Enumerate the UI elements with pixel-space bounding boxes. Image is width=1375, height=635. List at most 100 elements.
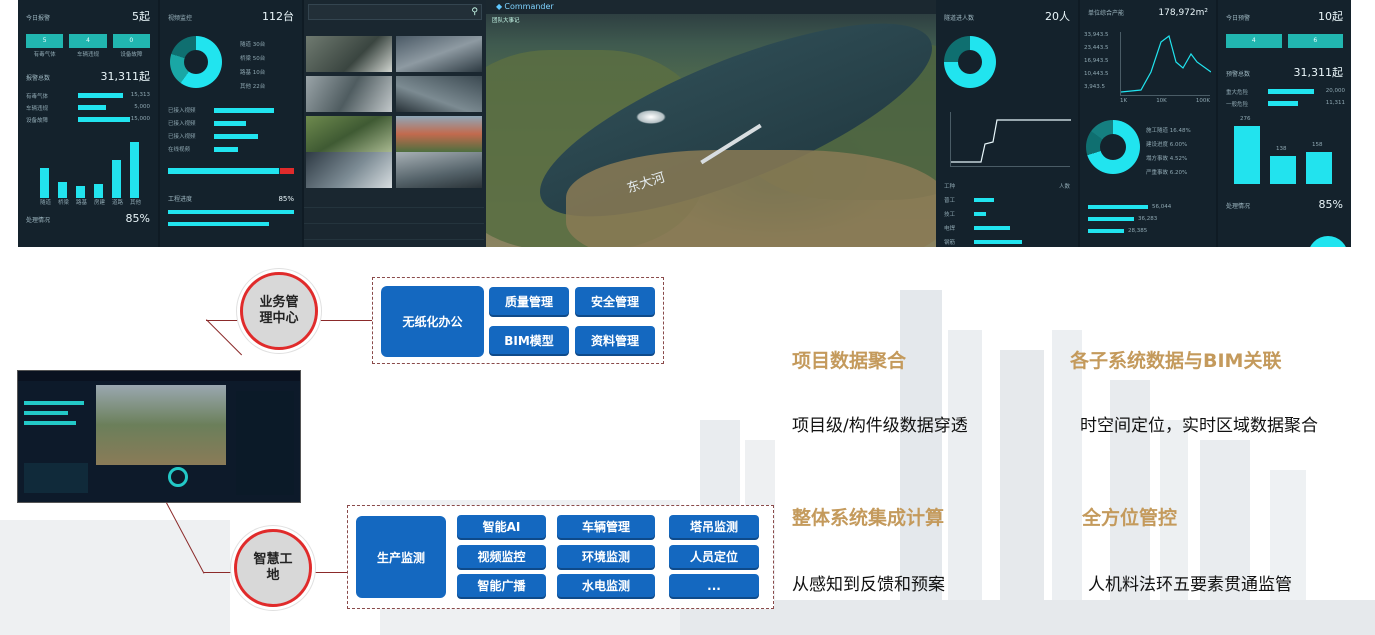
people-row-label-2: 技工 (944, 212, 956, 218)
tower-crane-monitoring-button[interactable]: 塔吊监测 (669, 515, 759, 538)
people-line-chart (950, 112, 1071, 167)
alarm-value: 5起 (132, 10, 150, 23)
video-list-item-3[interactable] (304, 226, 484, 240)
warning-panel: 今日预警 10起 4 6 预警总数 31,311起 重大危险 20,000 一般… (1218, 0, 1351, 247)
camera-progress-bar-1 (214, 107, 274, 113)
capacity-value: 178,972m² (1158, 8, 1208, 18)
video-list-item-2[interactable] (304, 210, 484, 224)
feature-heading-3: 整体系统集成计算 (792, 507, 945, 529)
alarm-btn-label-2: 车辆违规 (76, 52, 99, 58)
bim-model-button[interactable]: BIM模型 (489, 326, 569, 354)
video-thumb-4[interactable] (396, 76, 482, 112)
capacity-xtick-2: 10K (1156, 98, 1167, 104)
warning-btn-2[interactable]: 6 (1287, 34, 1343, 48)
search-icon[interactable]: ⚲ (471, 5, 481, 19)
capacity-legend-2: 建设进度 6.00% (1146, 142, 1188, 148)
warning-row-value-1: 20,000 (1325, 88, 1345, 94)
personnel-positioning-button[interactable]: 人员定位 (669, 545, 759, 568)
smart-broadcast-button[interactable]: 智能广播 (457, 574, 546, 597)
alarm-btn-label-3: 设备故障 (120, 52, 143, 58)
warning-bar-chart: 276 138 158 (1218, 114, 1351, 194)
video-thumb-2[interactable] (396, 36, 482, 72)
capacity-legend-1: 施工隧道 16.48% (1146, 128, 1191, 134)
alarm-btn-1[interactable]: 5 (26, 34, 64, 48)
video-thumb-6[interactable] (396, 116, 482, 152)
thumb-bar-1 (24, 401, 84, 405)
map-title: Commander (504, 2, 554, 11)
video-monitoring-button[interactable]: 视频监控 (457, 545, 546, 568)
warning-gauge (1308, 236, 1348, 247)
quality-management-button[interactable]: 质量管理 (489, 287, 569, 315)
alarm-vbar-2 (58, 182, 67, 198)
paperless-office-button[interactable]: 无纸化办公 (381, 286, 484, 357)
production-monitoring-button[interactable]: 生产监测 (356, 516, 446, 598)
alarm-btn-2[interactable]: 4 (69, 34, 107, 48)
feature-heading-2: 各子系统数据与BIM关联 (1070, 350, 1282, 372)
camera-long-bar-fill (168, 168, 279, 174)
camera-legend-2: 桥梁 50台 (240, 56, 266, 62)
camera-progress-label-4: 在线视频 (168, 147, 191, 153)
feature-heading-1: 项目数据聚合 (792, 350, 907, 372)
camera-progress-bar-4 (214, 146, 238, 152)
people-row-bar-2 (974, 212, 986, 216)
feature-desc-1: 项目级/构件级数据穿透 (792, 416, 968, 436)
capacity-line-chart (1120, 32, 1212, 96)
connector-bottom-to-box (312, 572, 348, 573)
alarm-row-value-3: 15,000 (130, 116, 150, 122)
capacity-stat-3: 28,385 (1128, 228, 1148, 234)
thumb-gauge (168, 467, 188, 487)
warning-row-label-1: 重大危险 (1226, 90, 1249, 96)
alarm-xlabel-1: 隧道 (40, 200, 52, 206)
document-management-button[interactable]: 资料管理 (575, 326, 655, 354)
people-row-bar-1 (974, 198, 994, 202)
dashboard-screenshot: 今日报警 5起 5 4 0 有毒气体 车辆违规 设备故障 报警总数 31,311… (18, 0, 1351, 247)
capacity-donut-hole (1100, 134, 1126, 160)
alarm-total-value: 31,311起 (100, 70, 151, 83)
video-thumb-5[interactable] (306, 116, 392, 152)
safety-management-button[interactable]: 安全管理 (575, 287, 655, 315)
node-smart-site-label: 智慧工地 (253, 551, 293, 583)
capacity-stat-bar-2 (1088, 217, 1134, 221)
video-thumb-3[interactable] (306, 76, 392, 112)
video-search-input[interactable]: ⚲ (308, 4, 482, 20)
warning-bar-value-3: 158 (1312, 142, 1323, 148)
more-button[interactable]: ... (669, 574, 759, 597)
capacity-stat-bar-1 (1088, 205, 1148, 209)
sun-glare (636, 110, 666, 124)
camera-bottom-bar-1 (168, 210, 294, 214)
environment-monitoring-button[interactable]: 环境监测 (557, 545, 655, 568)
platform-thumbnail (17, 370, 301, 503)
video-thumb-7[interactable] (306, 152, 392, 188)
warning-total-value: 31,311起 (1293, 66, 1344, 79)
people-donut-hole (958, 50, 982, 74)
alarm-row-label-2: 车辆违规 (26, 106, 49, 112)
smart-ai-button[interactable]: 智能AI (457, 515, 546, 538)
video-list-item-1[interactable] (304, 194, 484, 208)
camera-progress-bar-3 (214, 133, 258, 139)
capacity-ytick-2: 23,443.5 (1084, 45, 1109, 51)
warning-value: 10起 (1318, 10, 1343, 23)
camera-progress-label-1: 已接入视频 (168, 108, 196, 114)
vehicle-management-button[interactable]: 车辆管理 (557, 515, 655, 538)
video-thumb-8[interactable] (396, 152, 482, 188)
video-thumb-1[interactable] (306, 36, 392, 72)
feature-heading-4: 全方位管控 (1082, 507, 1178, 529)
alarm-vbar-1 (40, 168, 49, 198)
warning-vbar-3 (1306, 152, 1332, 184)
capacity-xtick-3: 100K (1195, 98, 1210, 104)
map-view[interactable]: ◆ Commander 团队大事记 东大河 (486, 0, 936, 247)
camera-bottom-bar-2 (168, 222, 269, 226)
alarm-btn-3[interactable]: 0 (112, 34, 150, 48)
alarm-row-value-1: 15,313 (130, 92, 150, 98)
warning-title: 今日预警 (1226, 15, 1251, 22)
connector-top-diag (206, 319, 243, 356)
alarm-row-bar-2 (78, 105, 106, 110)
alarm-title: 今日报警 (26, 15, 51, 22)
warning-footer-label: 处理情况 (1226, 203, 1251, 210)
capacity-stat-2: 36,283 (1138, 216, 1158, 222)
warning-btn-1[interactable]: 4 (1226, 34, 1282, 48)
capacity-stat-bar-3 (1088, 229, 1124, 233)
warning-vbar-2 (1270, 156, 1296, 184)
utility-monitoring-button[interactable]: 水电监测 (557, 574, 655, 597)
warning-row-bar-1 (1268, 89, 1314, 94)
